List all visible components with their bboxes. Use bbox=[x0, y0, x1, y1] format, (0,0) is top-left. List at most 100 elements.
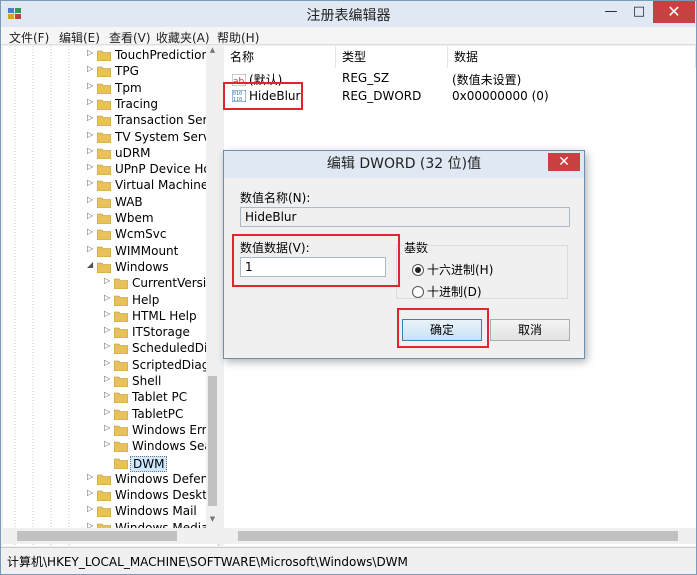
radio-selected-icon[interactable] bbox=[412, 264, 424, 276]
expand-arrow-icon[interactable]: ▷ bbox=[104, 309, 114, 318]
folder-icon bbox=[114, 295, 128, 306]
expand-arrow-icon[interactable]: ▷ bbox=[104, 276, 114, 285]
tree-item-label: WcmSvc bbox=[115, 227, 167, 242]
value-name: HideBlur bbox=[249, 89, 301, 103]
radio-decimal[interactable]: 十进制(D) bbox=[412, 283, 482, 300]
expand-arrow-icon[interactable]: ▷ bbox=[104, 423, 114, 432]
tree-item-label: HTML Help bbox=[132, 308, 197, 323]
tree-vertical-scrollbar[interactable]: ▲ ▼ bbox=[206, 46, 219, 528]
value-type: REG_DWORD bbox=[342, 89, 422, 103]
ok-button[interactable]: 确定 bbox=[402, 319, 482, 341]
expand-arrow-icon[interactable]: ▷ bbox=[104, 374, 114, 383]
scroll-thumb[interactable] bbox=[238, 531, 678, 541]
expand-arrow-icon[interactable]: ▷ bbox=[87, 504, 97, 513]
expand-arrow-icon[interactable]: ▷ bbox=[87, 488, 97, 497]
tree-item-label: UPnP Device Hos bbox=[115, 162, 217, 177]
tree-horizontal-scrollbar[interactable] bbox=[3, 528, 219, 544]
list-row[interactable]: ab (默认) REG_SZ (数值未设置) bbox=[224, 70, 696, 88]
window-title: 注册表编辑器 bbox=[306, 8, 391, 24]
cancel-button[interactable]: 取消 bbox=[490, 319, 570, 341]
tree-item-label: WAB bbox=[115, 194, 143, 209]
expand-arrow-icon[interactable]: ▷ bbox=[104, 341, 114, 350]
maximize-button[interactable]: □ bbox=[625, 1, 653, 23]
folder-icon bbox=[97, 490, 111, 502]
tree-item-label: CurrentVersio bbox=[132, 276, 214, 291]
expand-arrow-icon[interactable]: ▷ bbox=[87, 195, 97, 204]
tree-item-label: Windows Deskto bbox=[115, 488, 215, 503]
list-row[interactable]: 010 110 HideBlur REG_DWORD 0x00000000 (0… bbox=[224, 88, 696, 106]
menu-help[interactable]: 帮助(H) bbox=[217, 29, 259, 46]
expand-arrow-icon[interactable]: ▷ bbox=[87, 48, 97, 57]
expand-arrow-icon[interactable]: ▷ bbox=[87, 97, 97, 106]
tree-item-label: TouchPrediction bbox=[115, 48, 210, 62]
edit-dword-dialog: 编辑 DWORD (32 位)值 ✕ 数值名称(N): HideBlur 数值数… bbox=[223, 150, 585, 359]
registry-tree[interactable]: ▷ TouchPrediction ▷ TPG ▷ Tpm ▷ Tracing ▷ Transac… bbox=[3, 46, 219, 546]
expand-arrow-icon[interactable]: ▷ bbox=[104, 325, 114, 334]
expand-arrow-icon[interactable]: ▷ bbox=[104, 439, 114, 448]
scroll-down-icon[interactable]: ▼ bbox=[206, 515, 219, 528]
menu-file[interactable]: 文件(F) bbox=[9, 29, 49, 46]
svg-text:110: 110 bbox=[233, 97, 242, 102]
string-value-icon: ab bbox=[232, 74, 246, 86]
scroll-up-icon[interactable]: ▲ bbox=[206, 46, 219, 59]
expand-arrow-icon[interactable]: ▷ bbox=[87, 178, 97, 187]
folder-icon bbox=[97, 132, 111, 143]
folder-icon bbox=[97, 181, 111, 192]
menu-edit[interactable]: 编辑(E) bbox=[59, 29, 100, 46]
menu-view[interactable]: 查看(V) bbox=[109, 29, 151, 46]
column-type[interactable]: 类型 bbox=[336, 46, 448, 68]
column-name[interactable]: 名称 bbox=[224, 46, 336, 68]
value-data-label: 数值数据(V): bbox=[240, 241, 310, 255]
tree-item-label: Tablet PC bbox=[132, 390, 188, 405]
expand-arrow-icon[interactable]: ▷ bbox=[87, 227, 97, 236]
column-data[interactable]: 数据 bbox=[448, 46, 696, 68]
expand-arrow-icon[interactable]: ▷ bbox=[104, 390, 114, 399]
status-bar-path: 计算机\HKEY_LOCAL_MACHINE\SOFTWARE\Microsof… bbox=[1, 547, 696, 574]
title-bar: 注册表编辑器 — □ ✕ bbox=[1, 1, 696, 27]
dialog-title: 编辑 DWORD (32 位)值 bbox=[224, 151, 584, 178]
expand-arrow-icon[interactable]: ▷ bbox=[87, 64, 97, 73]
close-button[interactable]: ✕ bbox=[653, 1, 695, 23]
expand-arrow-icon[interactable]: ▷ bbox=[87, 130, 97, 139]
expand-arrow-icon[interactable]: ▷ bbox=[104, 407, 114, 416]
tree-item-label: Transaction Serv bbox=[115, 113, 215, 128]
list-horizontal-scrollbar[interactable] bbox=[224, 528, 696, 544]
menu-bar: 文件(F) 编辑(E) 查看(V) 收藏夹(A) 帮助(H) bbox=[1, 27, 696, 45]
radio-unselected-icon[interactable] bbox=[412, 286, 424, 298]
folder-icon bbox=[114, 425, 128, 436]
tree-item-label: Tpm bbox=[115, 80, 142, 95]
folder-icon bbox=[114, 327, 128, 339]
tree-item-label: Windows bbox=[115, 259, 169, 274]
value-data-field[interactable]: 1 bbox=[240, 257, 386, 277]
expand-arrow-icon[interactable]: ▷ bbox=[87, 472, 97, 481]
expand-arrow-icon[interactable]: ▷ bbox=[104, 293, 114, 302]
expand-arrow-icon[interactable]: ▷ bbox=[87, 146, 97, 155]
expand-arrow-icon[interactable]: ▷ bbox=[87, 162, 97, 171]
minimize-button[interactable]: — bbox=[597, 1, 625, 23]
expanded-arrow-icon[interactable]: ◢ bbox=[87, 260, 97, 269]
value-name-field[interactable]: HideBlur bbox=[240, 207, 570, 227]
expand-arrow-icon[interactable]: ▷ bbox=[87, 81, 97, 90]
menu-favorites[interactable]: 收藏夹(A) bbox=[156, 29, 210, 46]
radio-hexadecimal[interactable]: 十六进制(H) bbox=[412, 261, 493, 278]
expand-arrow-icon[interactable]: ▷ bbox=[87, 113, 97, 122]
folder-icon bbox=[97, 50, 111, 61]
folder-icon bbox=[97, 507, 111, 518]
expand-arrow-icon[interactable]: ▷ bbox=[87, 244, 97, 253]
tree-item-label: Wbem bbox=[115, 211, 154, 225]
folder-icon bbox=[97, 262, 111, 273]
value-data: (数值未设置) bbox=[452, 73, 522, 87]
expand-arrow-icon[interactable]: ▷ bbox=[87, 211, 97, 220]
scroll-thumb[interactable] bbox=[17, 531, 177, 541]
radio-hex-label: 十六进制(H) bbox=[427, 263, 494, 277]
dialog-close-button[interactable]: ✕ bbox=[548, 153, 580, 171]
radio-dec-label: 十进制(D) bbox=[427, 285, 482, 299]
tree-item-label: Windows Mail bbox=[115, 504, 197, 519]
folder-icon bbox=[114, 344, 128, 355]
folder-icon bbox=[114, 441, 128, 453]
folder-icon bbox=[114, 376, 128, 387]
tree-item-label: Tracing bbox=[115, 96, 159, 111]
tree-item-label: Virtual Machine bbox=[115, 178, 209, 193]
expand-arrow-icon[interactable]: ▷ bbox=[104, 358, 114, 367]
scroll-thumb[interactable] bbox=[208, 376, 217, 506]
